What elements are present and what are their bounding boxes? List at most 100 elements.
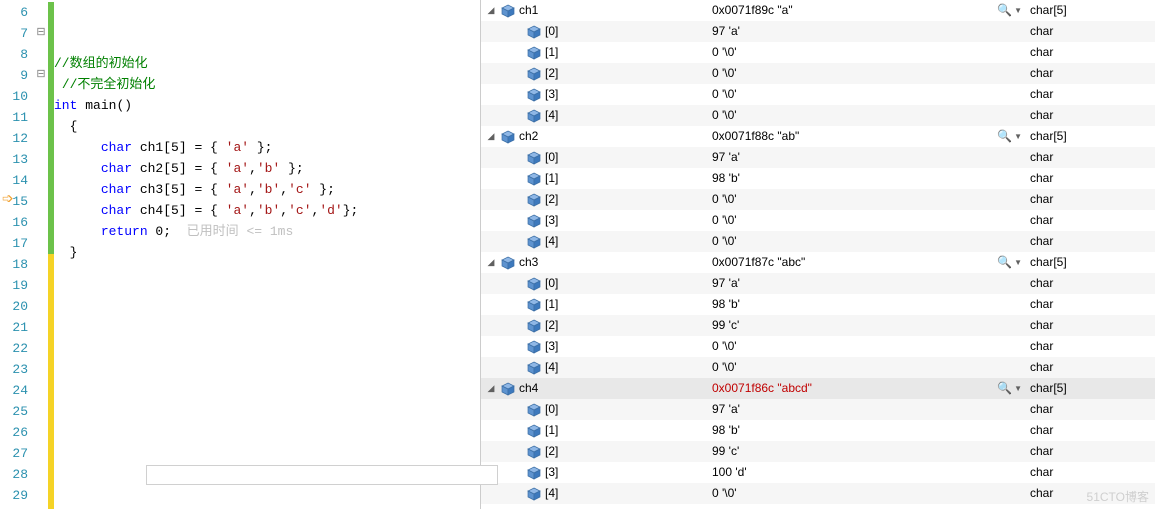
watch-panel[interactable]: ◢ch10x0071f89c "a"🔍▼char[5][0]97 'a'char…	[481, 0, 1155, 509]
code-line[interactable]	[54, 347, 480, 368]
value-actions[interactable]: 🔍▼	[997, 252, 1022, 273]
code-line[interactable]: }	[54, 242, 480, 263]
watch-value-cell[interactable]: 0 '\0'	[706, 84, 1026, 105]
watch-row[interactable]: [1]98 'b'char	[481, 294, 1155, 315]
watch-value-cell[interactable]: 0 '\0'	[706, 189, 1026, 210]
watch-row[interactable]: [2]0 '\0'char	[481, 189, 1155, 210]
watch-name-cell[interactable]: [4]	[481, 357, 706, 378]
watch-row[interactable]: [3]100 'd'char	[481, 462, 1155, 483]
dropdown-icon[interactable]: ▼	[1014, 126, 1022, 147]
watch-name-cell[interactable]: [4]	[481, 231, 706, 252]
magnify-icon[interactable]: 🔍	[997, 0, 1012, 21]
code-line[interactable]: return 0; 已用时间 <= 1ms	[54, 221, 480, 242]
watch-name-cell[interactable]: [3]	[481, 210, 706, 231]
watch-row[interactable]: [4]0 '\0'char	[481, 357, 1155, 378]
watch-value-cell[interactable]: 97 'a'	[706, 399, 1026, 420]
code-line[interactable]	[54, 410, 480, 431]
watch-value-cell[interactable]: 0 '\0'	[706, 210, 1026, 231]
code-line[interactable]: int main()	[54, 95, 480, 116]
code-line[interactable]	[54, 263, 480, 284]
watch-name-cell[interactable]: [0]	[481, 147, 706, 168]
watch-row[interactable]: ◢ch30x0071f87c "abc"🔍▼char[5]	[481, 252, 1155, 273]
watch-value-cell[interactable]: 0 '\0'	[706, 231, 1026, 252]
watch-name-cell[interactable]: [2]	[481, 441, 706, 462]
code-editor[interactable]: ➩ 67891011121314151617181920212223242526…	[0, 0, 481, 509]
code-line[interactable]: {	[54, 116, 480, 137]
watch-value-cell[interactable]: 97 'a'	[706, 21, 1026, 42]
watch-value-cell[interactable]: 0x0071f86c "abcd"🔍▼	[706, 378, 1026, 399]
watch-row[interactable]: [1]0 '\0'char	[481, 42, 1155, 63]
code-line[interactable]	[54, 326, 480, 347]
watch-name-cell[interactable]: [1]	[481, 42, 706, 63]
watch-value-cell[interactable]: 98 'b'	[706, 294, 1026, 315]
code-line[interactable]	[54, 32, 480, 53]
watch-value-cell[interactable]: 98 'b'	[706, 420, 1026, 441]
code-line[interactable]: char ch2[5] = { 'a','b' };	[54, 158, 480, 179]
watch-value-cell[interactable]: 100 'd'	[706, 462, 1026, 483]
watch-row[interactable]: [4]0 '\0'char	[481, 231, 1155, 252]
watch-row[interactable]: [4]0 '\0'char	[481, 483, 1155, 504]
fold-toggle[interactable]: ⊟	[34, 23, 48, 44]
dropdown-icon[interactable]: ▼	[1014, 378, 1022, 399]
watch-name-cell[interactable]: [3]	[481, 84, 706, 105]
watch-name-cell[interactable]: ◢ch3	[481, 252, 706, 273]
value-actions[interactable]: 🔍▼	[997, 0, 1022, 21]
value-actions[interactable]: 🔍▼	[997, 126, 1022, 147]
watch-value-cell[interactable]: 0 '\0'	[706, 63, 1026, 84]
watch-value-cell[interactable]: 0 '\0'	[706, 105, 1026, 126]
watch-value-cell[interactable]: 0 '\0'	[706, 357, 1026, 378]
collapse-icon[interactable]: ◢	[485, 0, 497, 21]
code-line[interactable]	[54, 494, 480, 509]
dropdown-icon[interactable]: ▼	[1014, 0, 1022, 21]
code-line[interactable]: //数组的初始化	[54, 53, 480, 74]
watch-value-cell[interactable]: 97 'a'	[706, 273, 1026, 294]
watch-value-cell[interactable]: 0 '\0'	[706, 336, 1026, 357]
code-line[interactable]: char ch3[5] = { 'a','b','c' };	[54, 179, 480, 200]
watch-value-cell[interactable]: 99 'c'	[706, 315, 1026, 336]
watch-row[interactable]: ◢ch20x0071f88c "ab"🔍▼char[5]	[481, 126, 1155, 147]
code-line[interactable]	[54, 389, 480, 410]
watch-value-cell[interactable]: 97 'a'	[706, 147, 1026, 168]
watch-row[interactable]: [0]97 'a'char	[481, 399, 1155, 420]
watch-row[interactable]: [3]0 '\0'char	[481, 84, 1155, 105]
watch-name-cell[interactable]: [0]	[481, 273, 706, 294]
magnify-icon[interactable]: 🔍	[997, 252, 1012, 273]
watch-row[interactable]: [0]97 'a'char	[481, 273, 1155, 294]
watch-value-cell[interactable]: 0x0071f87c "abc"🔍▼	[706, 252, 1026, 273]
watch-value-cell[interactable]: 0 '\0'	[706, 483, 1026, 504]
code-line[interactable]: char ch1[5] = { 'a' };	[54, 137, 480, 158]
code-line[interactable]	[54, 284, 480, 305]
code-line[interactable]	[54, 368, 480, 389]
code-line[interactable]: //不完全初始化	[54, 74, 480, 95]
input-cursor-box[interactable]	[146, 465, 498, 485]
watch-value-cell[interactable]: 98 'b'	[706, 168, 1026, 189]
watch-name-cell[interactable]: [4]	[481, 483, 706, 504]
watch-name-cell[interactable]: [1]	[481, 294, 706, 315]
watch-row[interactable]: [0]97 'a'char	[481, 147, 1155, 168]
watch-row[interactable]: [3]0 '\0'char	[481, 336, 1155, 357]
watch-row[interactable]: [4]0 '\0'char	[481, 105, 1155, 126]
collapse-icon[interactable]: ◢	[485, 126, 497, 147]
watch-name-cell[interactable]: [0]	[481, 21, 706, 42]
watch-row[interactable]: ◢ch10x0071f89c "a"🔍▼char[5]	[481, 0, 1155, 21]
code-area[interactable]: //数组的初始化 //不完全初始化int main() { char ch1[5…	[54, 0, 480, 509]
watch-row[interactable]: [1]98 'b'char	[481, 168, 1155, 189]
watch-row[interactable]: [2]99 'c'char	[481, 441, 1155, 462]
watch-row[interactable]: [0]97 'a'char	[481, 21, 1155, 42]
code-line[interactable]: char ch4[5] = { 'a','b','c','d'};	[54, 200, 480, 221]
watch-name-cell[interactable]: [2]	[481, 63, 706, 84]
watch-name-cell[interactable]: [4]	[481, 105, 706, 126]
watch-row[interactable]: [2]99 'c'char	[481, 315, 1155, 336]
fold-toggle[interactable]: ⊟	[34, 65, 48, 86]
collapse-icon[interactable]: ◢	[485, 378, 497, 399]
watch-row[interactable]: [3]0 '\0'char	[481, 210, 1155, 231]
watch-value-cell[interactable]: 0 '\0'	[706, 42, 1026, 63]
watch-value-cell[interactable]: 0x0071f89c "a"🔍▼	[706, 0, 1026, 21]
watch-name-cell[interactable]: [1]	[481, 168, 706, 189]
watch-value-cell[interactable]: 99 'c'	[706, 441, 1026, 462]
watch-row[interactable]: [1]98 'b'char	[481, 420, 1155, 441]
code-line[interactable]	[54, 431, 480, 452]
watch-value-cell[interactable]: 0x0071f88c "ab"🔍▼	[706, 126, 1026, 147]
magnify-icon[interactable]: 🔍	[997, 126, 1012, 147]
watch-row[interactable]: ◢ch40x0071f86c "abcd"🔍▼char[5]	[481, 378, 1155, 399]
